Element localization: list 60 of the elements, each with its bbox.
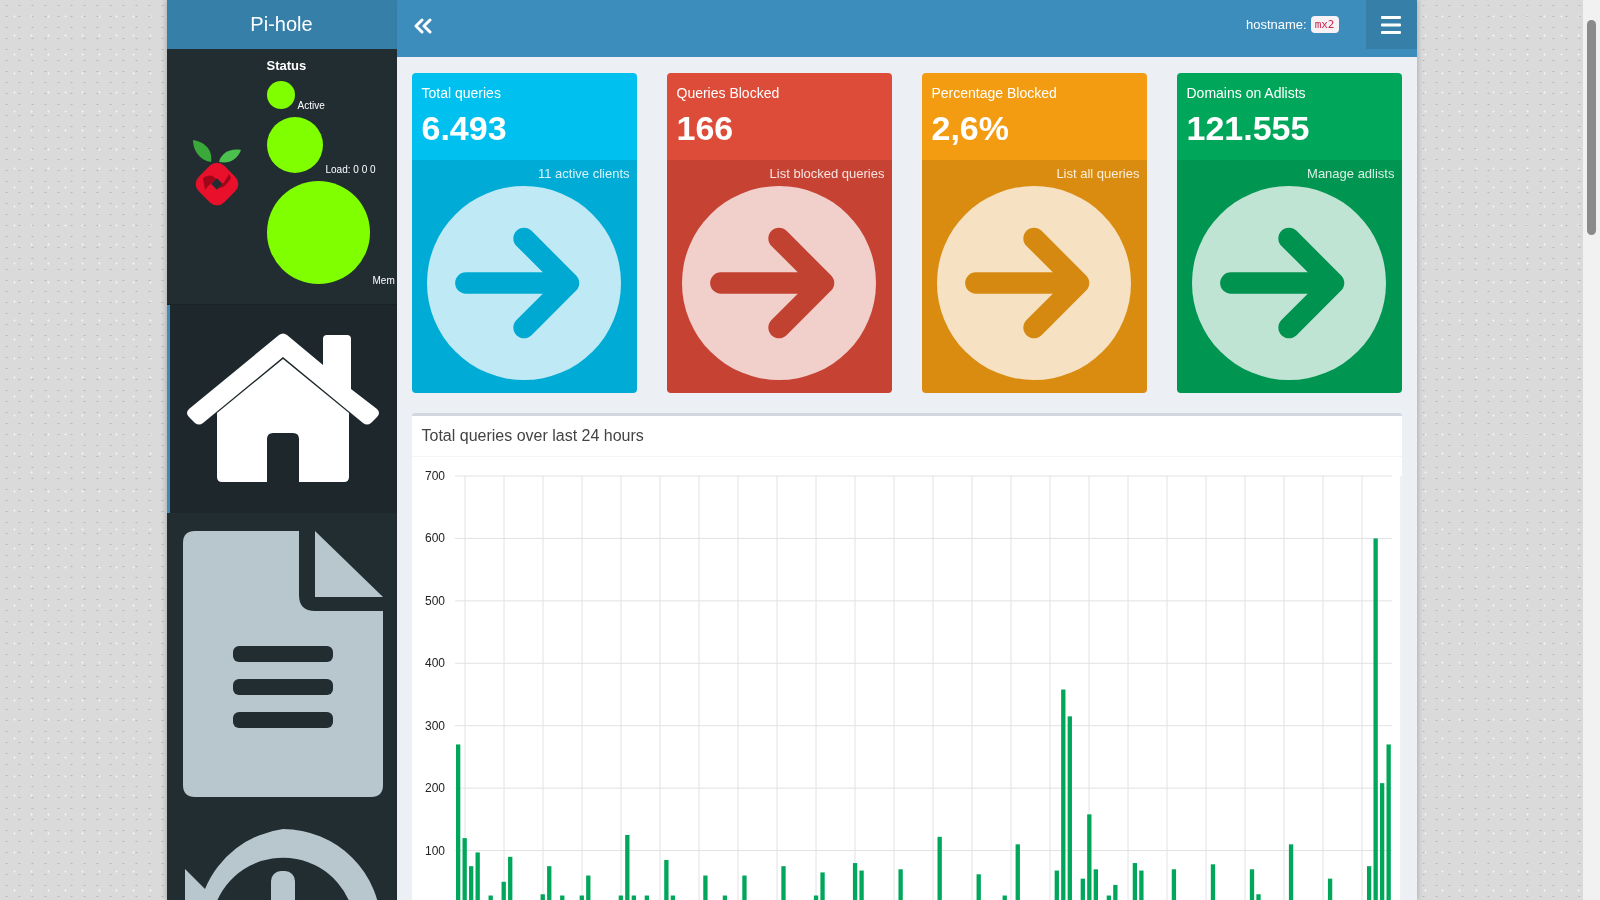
document-icon: [183, 531, 383, 797]
menu-item[interactable]: [166, 513, 397, 805]
chart-bar: [780, 866, 786, 900]
stat-value: 2,6%: [931, 109, 1010, 148]
y-tick-label: 700: [424, 469, 445, 483]
chart-bar: [897, 869, 903, 900]
chart-bar: [475, 852, 480, 900]
y-tick-label: 200: [424, 781, 445, 796]
chart-title: Total queries over last 24 hours: [421, 427, 644, 445]
chart-bar: [741, 875, 747, 900]
status-label: Active: [297, 100, 325, 111]
status-dot-icon: [266, 81, 295, 109]
y-tick-label: 100: [424, 843, 445, 858]
chart-bar: [1210, 864, 1215, 900]
chart-bar: [1366, 866, 1371, 900]
chart-bar: [722, 895, 727, 900]
chart-bar: [488, 895, 493, 900]
chart-bar: [1002, 895, 1007, 900]
y-tick-label: 400: [424, 656, 445, 671]
chart-bar: [1015, 844, 1020, 900]
stat-title: Percentage Blocked: [931, 85, 1058, 101]
chart-bar: [1288, 844, 1293, 900]
stat-title: Queries Blocked: [676, 85, 781, 101]
stat-value: 6.493: [421, 109, 508, 148]
chart-bar: [1327, 878, 1332, 900]
stat-value: 166: [676, 109, 735, 148]
status-label: Load: 0 0 0: [325, 164, 376, 175]
y-tick-label: 300: [424, 718, 445, 733]
chart-bar: [631, 895, 636, 900]
status-label: Mem: [372, 275, 395, 286]
chart-bar: [976, 874, 981, 900]
stat-link[interactable]: 11 active clients: [537, 166, 630, 181]
chart-bar: [1093, 869, 1098, 900]
menu-item[interactable]: [166, 305, 397, 513]
chart-bar: [937, 836, 942, 900]
stat-link[interactable]: Manage adlists: [1307, 166, 1395, 181]
stat-link[interactable]: List all queries: [1056, 166, 1140, 181]
menu-icon: [1381, 15, 1401, 34]
double-chevron-left-icon[interactable]: [412, 18, 433, 34]
scrollbar[interactable]: [1583, 0, 1600, 900]
menu-button[interactable]: [1365, 0, 1417, 49]
status-heading: Status: [266, 58, 307, 73]
stat-title: Total queries: [421, 85, 502, 101]
chart-bar: [702, 875, 708, 900]
stat-title: Domains on Adlists: [1186, 85, 1307, 101]
hostname-badge: mx2: [1310, 16, 1339, 33]
arrow-circle-icon[interactable]: [682, 186, 876, 380]
app-title[interactable]: Pi-hole: [166, 0, 397, 49]
arrow-circle-icon[interactable]: [937, 186, 1131, 380]
menu-item[interactable]: [166, 805, 397, 900]
y-tick-label: 600: [424, 531, 445, 546]
arrow-circle-icon[interactable]: [427, 186, 621, 380]
chart-bar: [559, 895, 564, 900]
chart-bar: [1171, 869, 1176, 900]
stat-link[interactable]: List blocked queries: [769, 166, 885, 181]
stat-value: 121.555: [1186, 109, 1311, 148]
hostname-label: hostname:: [1245, 17, 1307, 32]
arrow-circle-icon[interactable]: [1192, 186, 1386, 380]
chart-bar: [644, 895, 649, 900]
y-tick-label: 500: [424, 593, 445, 608]
